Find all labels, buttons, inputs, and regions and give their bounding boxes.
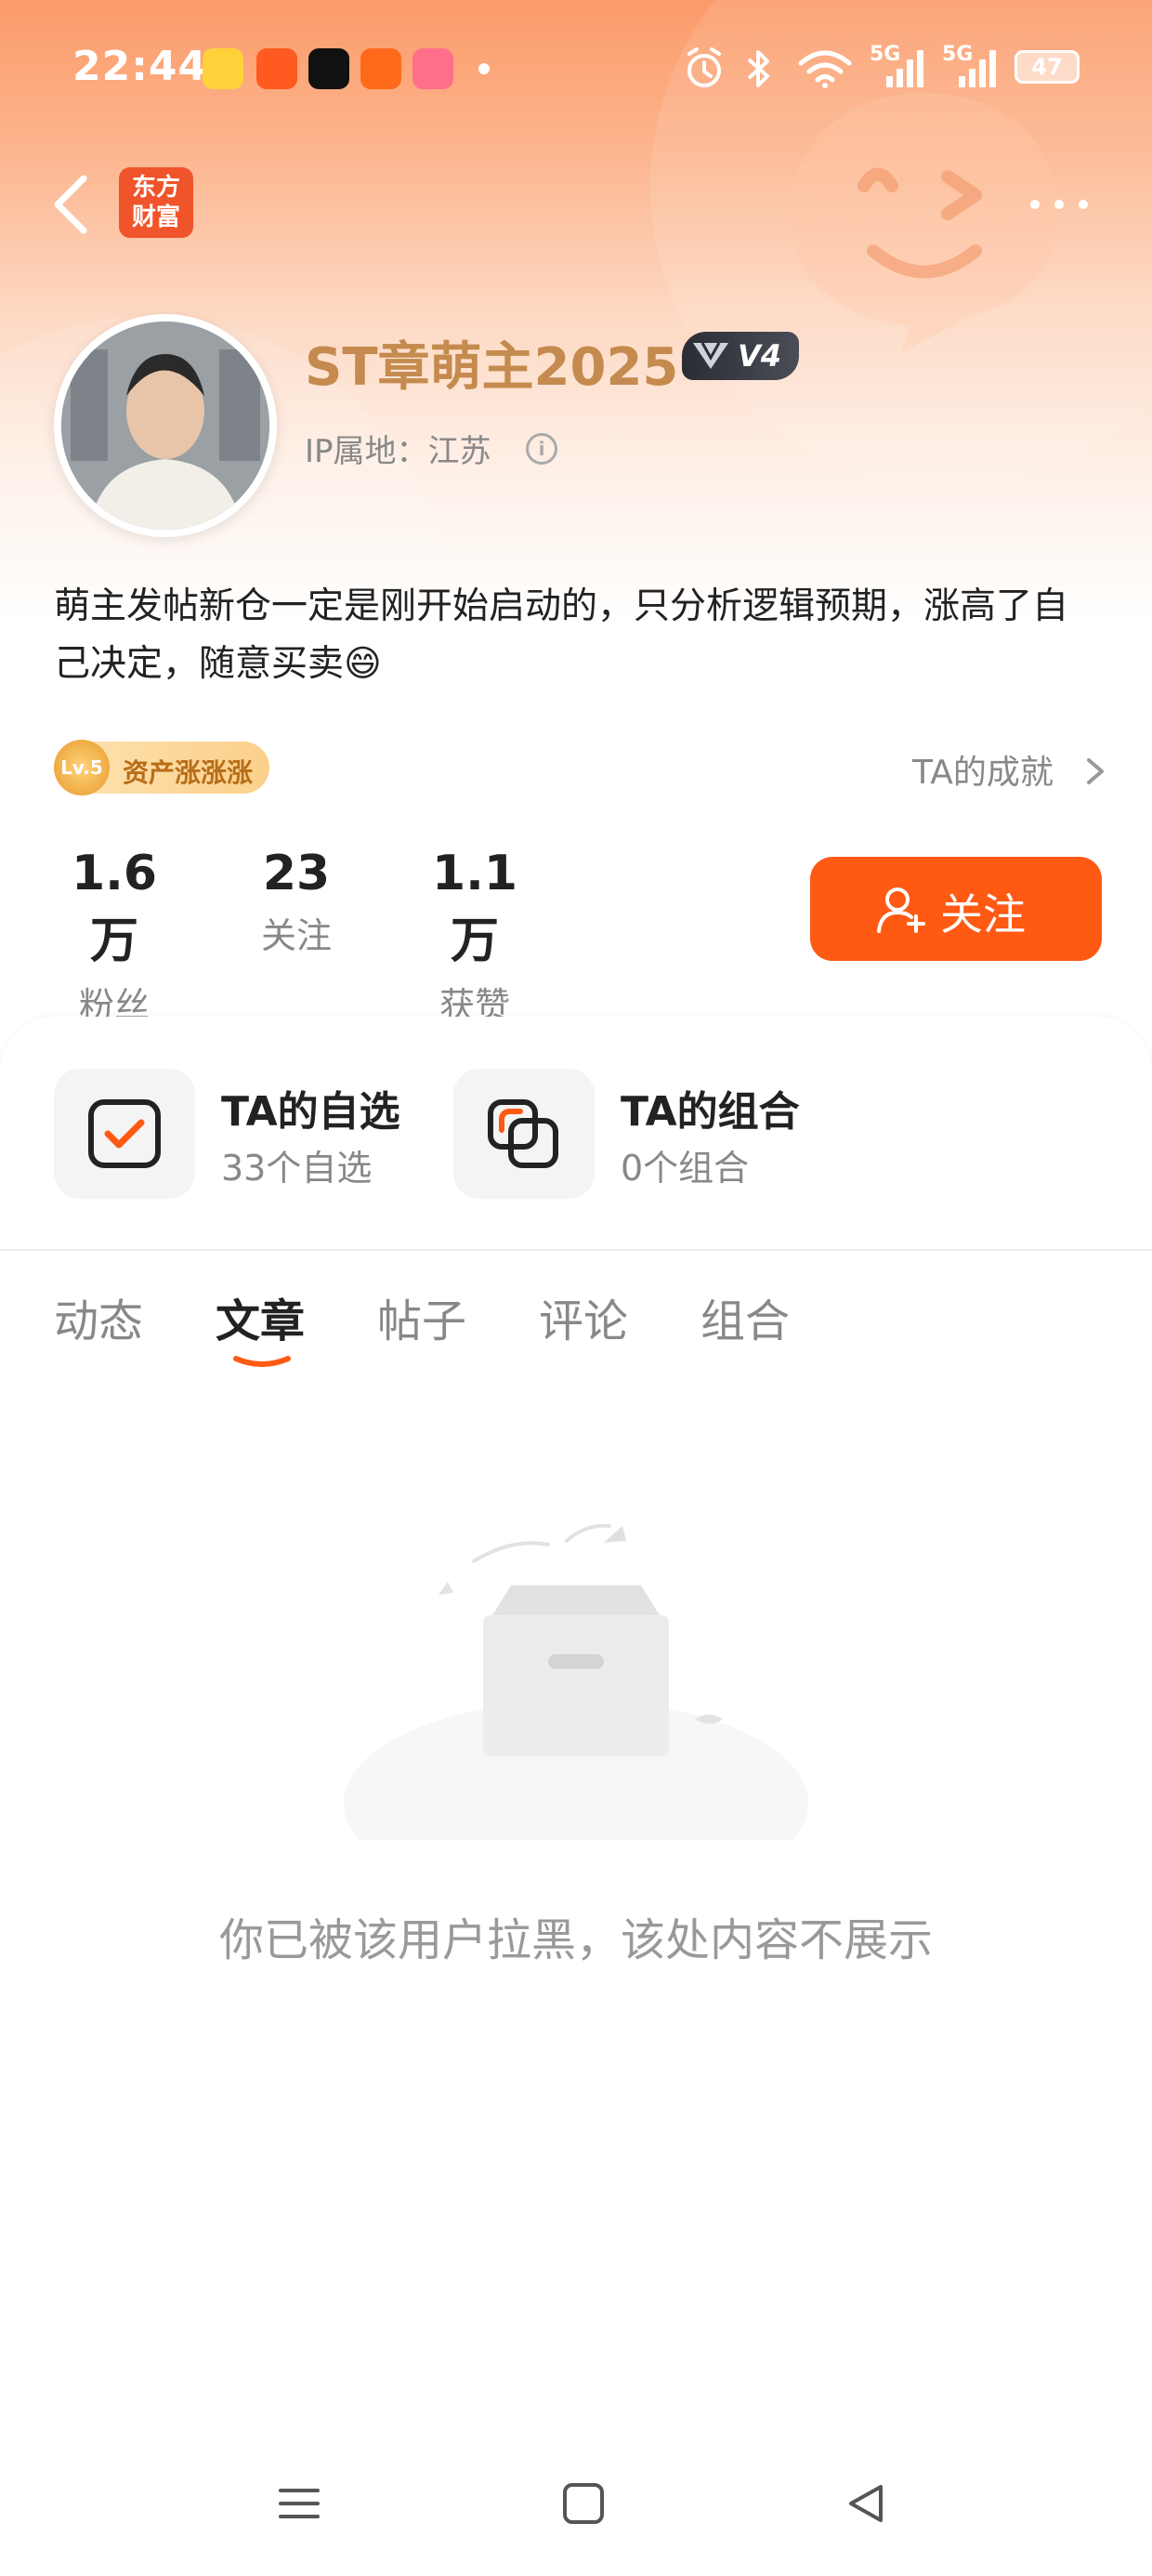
more-notifications-dot	[478, 63, 490, 74]
info-icon[interactable]: i	[526, 433, 557, 465]
back-arrow-icon[interactable]	[46, 167, 102, 242]
follow-button[interactable]: 关注	[810, 857, 1102, 961]
signal-icon	[959, 50, 996, 87]
achievements-link[interactable]: TA的成就	[912, 745, 1054, 794]
follow-button-label: 关注	[940, 890, 1026, 939]
tab-posts[interactable]: 帖子	[377, 1284, 466, 1349]
more-dots-icon[interactable]	[1022, 186, 1096, 223]
username: ST章萌主2025	[305, 337, 679, 398]
user-bio: 萌主发帖新仓一定是刚开始启动的，只分析逻辑预期，涨高了自己决定，随意买卖😄	[54, 585, 1069, 685]
tab-dynamic[interactable]: 动态	[54, 1284, 143, 1349]
active-tab-indicator	[233, 1356, 291, 1367]
tab-comments[interactable]: 评论	[539, 1284, 628, 1349]
empty-box-illustration	[344, 1524, 808, 1840]
stat-label: 关注	[260, 915, 332, 956]
level-badge-label: 资产涨涨涨	[123, 757, 254, 788]
notification-app-icon	[412, 48, 453, 89]
stat-fans[interactable]: 1.6万 粉丝	[54, 846, 175, 1028]
notification-app-icon	[360, 48, 401, 89]
menu-icon[interactable]	[277, 2481, 321, 2526]
battery-indicator: 47	[1015, 50, 1080, 84]
bluetooth-icon	[747, 50, 769, 87]
vip-diamond-icon	[693, 342, 728, 369]
level-coin-icon: Lv.5	[54, 740, 110, 795]
notification-app-icon	[308, 48, 349, 89]
app-logo: 东方 财富	[119, 167, 193, 238]
vip-level-text: V4	[738, 338, 782, 374]
stat-value: 1.6万	[71, 846, 158, 969]
stat-value: 23	[262, 846, 331, 901]
logo-text-line: 财富	[131, 204, 180, 231]
status-time: 22:44	[72, 43, 208, 90]
notification-app-icon	[256, 48, 297, 89]
ip-location: IP属地：江苏	[305, 433, 491, 470]
alarm-icon	[687, 47, 721, 87]
portfolio-entry-title[interactable]: TA的组合	[621, 1078, 800, 1137]
tab-articles[interactable]: 文章	[216, 1284, 305, 1349]
avatar[interactable]	[54, 314, 277, 537]
portfolio-entry-icon-box[interactable]	[453, 1069, 595, 1199]
stat-following[interactable]: 23 关注	[236, 846, 357, 958]
overlap-squares-icon	[488, 1099, 558, 1168]
checkbox-icon	[88, 1099, 161, 1168]
watchlist-entry-icon-box[interactable]	[54, 1069, 195, 1199]
system-navigation-bar	[0, 2453, 1152, 2576]
stat-value: 1.1万	[431, 846, 518, 969]
add-person-icon	[877, 887, 925, 933]
watchlist-entry-title[interactable]: TA的自选	[221, 1078, 400, 1137]
status-bar: 22:44 5G 5G 47	[0, 28, 1152, 112]
home-square-icon[interactable]	[561, 2481, 606, 2526]
notification-app-icon	[203, 48, 243, 89]
avatar-photo	[61, 322, 269, 530]
logo-text-line: 东方	[131, 174, 180, 202]
empty-state-message: 你已被该用户拉黑，该处内容不展示	[218, 1914, 933, 1966]
stat-likes[interactable]: 1.1万 获赞	[414, 846, 535, 1028]
vip-level-badge: V4	[682, 332, 799, 380]
tab-portfolios[interactable]: 组合	[700, 1284, 790, 1349]
signal-icon	[886, 50, 923, 87]
level-badge[interactable]: Lv.5 资产涨涨涨	[54, 740, 269, 795]
divider	[0, 1249, 1152, 1251]
portfolio-entry-subtitle: 0个组合	[621, 1148, 750, 1189]
back-triangle-icon[interactable]	[844, 2481, 888, 2526]
watchlist-entry-subtitle: 33个自选	[221, 1148, 373, 1189]
chevron-right-icon[interactable]	[1081, 753, 1109, 790]
wifi-icon	[798, 50, 852, 88]
